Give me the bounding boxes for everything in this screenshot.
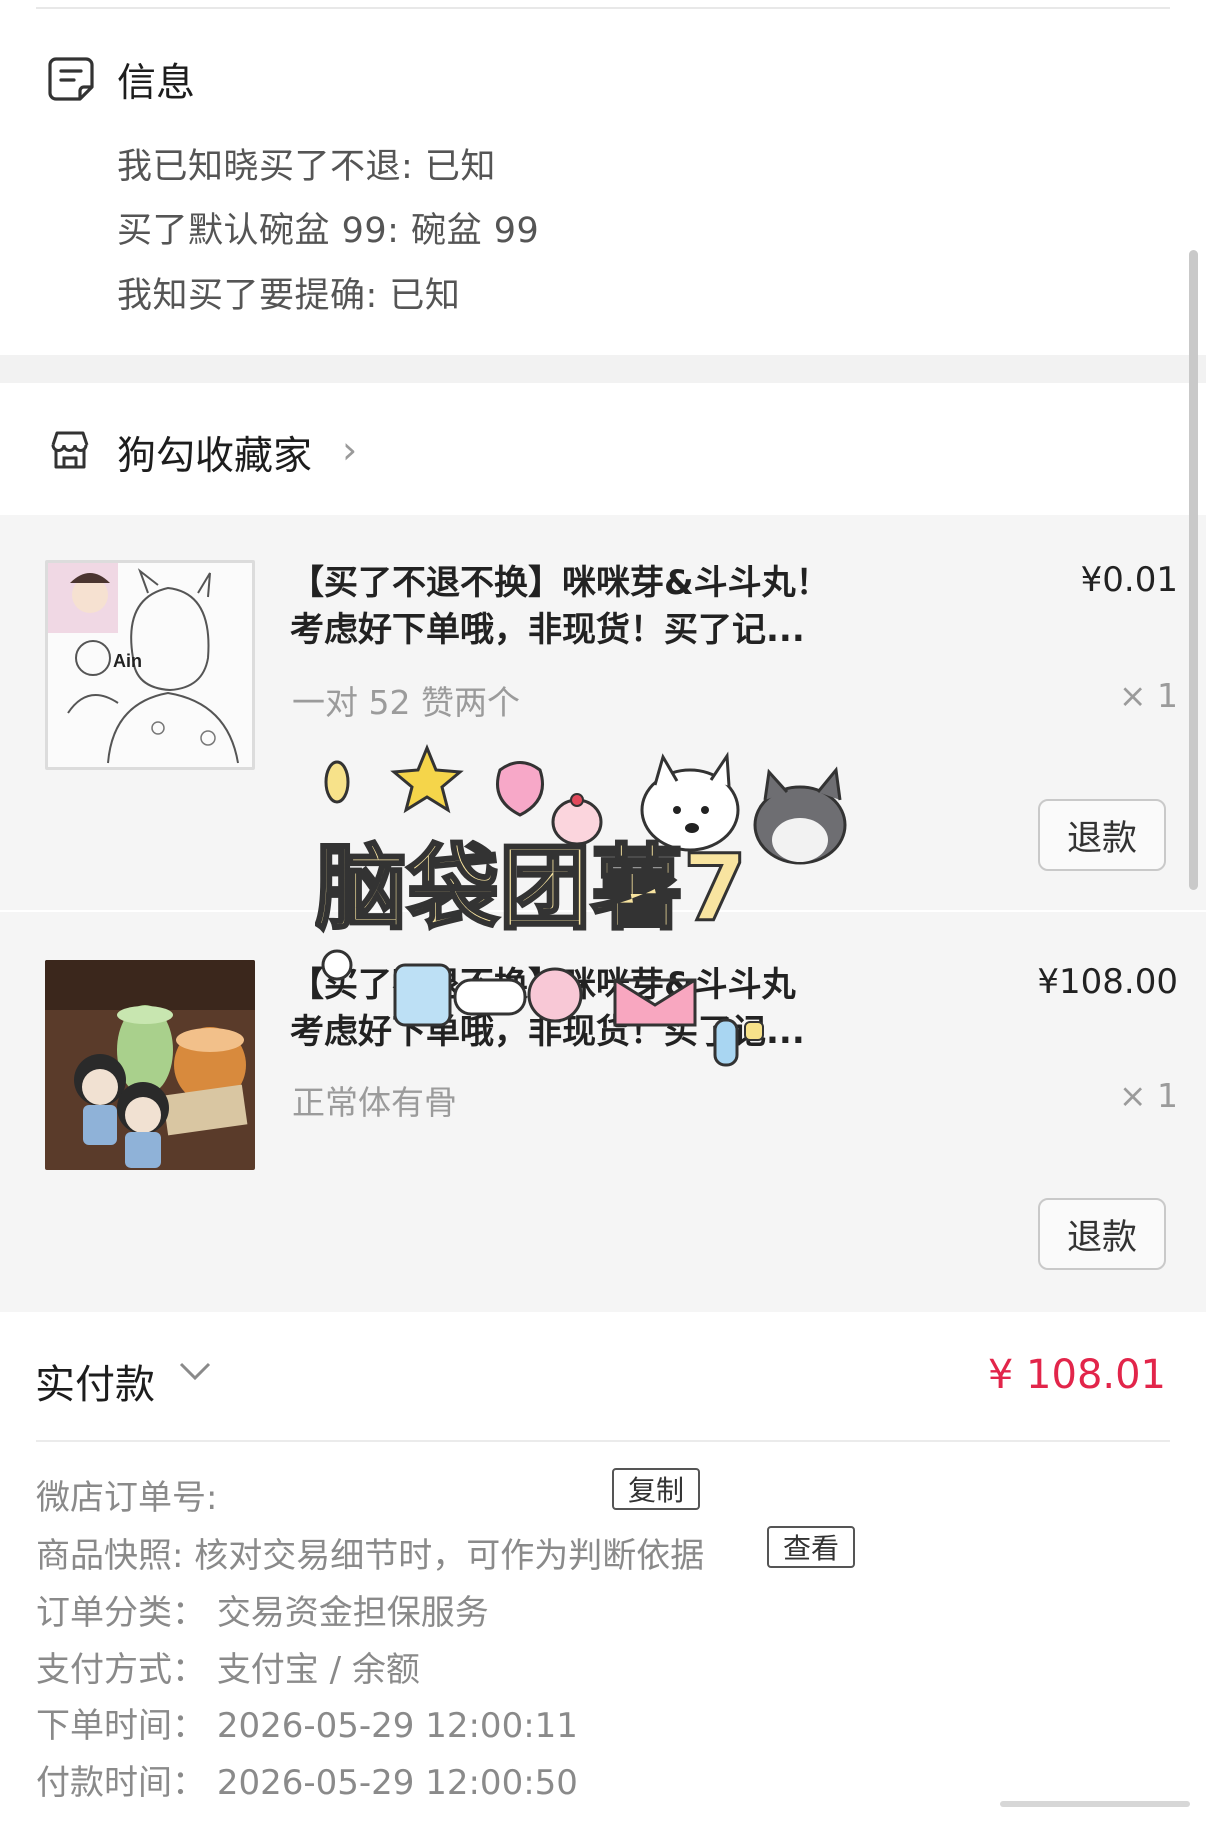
product-quantity: × 1 bbox=[1118, 676, 1178, 715]
order-number-label: 微店订单号: bbox=[36, 1478, 218, 1518]
info-title: 信息 bbox=[117, 61, 196, 106]
category-row: 订单分类： 交易资金担保服务 bbox=[36, 1585, 489, 1634]
info-line-1: 我已知晓买了不退: 已知 bbox=[117, 147, 496, 187]
info-line-3: 我知买了要提确: 已知 bbox=[117, 276, 461, 316]
order-number-row: 微店订单号: bbox=[36, 1470, 217, 1519]
pay-time-label: 付款时间： bbox=[36, 1763, 206, 1803]
copy-button[interactable]: 复制 bbox=[612, 1468, 701, 1510]
product-spec: 一对 52 赞两个 bbox=[292, 683, 520, 722]
snapshot-value: 核对交易细节时，可作为判断依据 bbox=[194, 1536, 705, 1576]
payment-method-row: 支付方式： 支付宝 / 余额 bbox=[36, 1642, 420, 1691]
chevron-right-icon[interactable]: › bbox=[342, 428, 357, 472]
payment-method-value: 支付宝 / 余额 bbox=[216, 1650, 420, 1690]
paid-label[interactable]: 实付款 bbox=[35, 1352, 155, 1410]
home-indicator bbox=[1000, 1801, 1190, 1807]
product-spec: 正常体有骨 bbox=[292, 1083, 457, 1122]
shop-name[interactable]: 狗勾收藏家 bbox=[117, 425, 312, 481]
pay-time-row: 付款时间： 2026-05-29 12:00:50 bbox=[36, 1755, 578, 1804]
product-title-line-1: 【买了不退不换】咪咪芽&斗斗丸！ bbox=[290, 563, 830, 603]
product-title[interactable]: 【买了不退不换】咪咪芽&斗斗丸！ 考虑好下单哦，非现货！买了记... bbox=[290, 560, 910, 654]
order-time-value: 2026-05-29 12:00:11 bbox=[216, 1706, 578, 1746]
refund-button[interactable]: 退款 bbox=[1038, 799, 1166, 871]
snapshot-row: 商品快照: 核对交易细节时，可作为判断依据 bbox=[36, 1528, 704, 1577]
paid-amount: ¥ 108.01 bbox=[987, 1352, 1166, 1398]
scrollbar[interactable] bbox=[1189, 250, 1198, 890]
snapshot-label: 商品快照: bbox=[36, 1536, 184, 1576]
order-time-row: 下单时间： 2026-05-29 12:00:11 bbox=[36, 1698, 578, 1747]
product-title-line-2: 考虑好下单哦，非现货！买了记... bbox=[290, 610, 805, 650]
category-label: 订单分类： bbox=[36, 1593, 206, 1633]
pay-time-value: 2026-05-29 12:00:50 bbox=[216, 1763, 578, 1803]
product-price: ¥108.00 bbox=[1037, 962, 1178, 1002]
category-value: 交易资金担保服务 bbox=[216, 1593, 489, 1633]
product-quantity: × 1 bbox=[1118, 1076, 1178, 1115]
refund-button[interactable]: 退款 bbox=[1038, 1198, 1166, 1270]
chevron-down-icon[interactable] bbox=[178, 1360, 212, 1384]
product-price: ¥0.01 bbox=[1080, 560, 1178, 600]
watermark-sticker: 脑袋团薯7 bbox=[315, 744, 847, 1067]
message-note-icon bbox=[48, 57, 94, 101]
store-icon bbox=[51, 431, 89, 469]
order-time-label: 下单时间： bbox=[36, 1706, 206, 1746]
product-thumbnail[interactable] bbox=[45, 960, 255, 1170]
sticker-text: 脑袋团薯7 bbox=[315, 835, 747, 942]
section-gap bbox=[0, 355, 1206, 383]
info-line-2: 买了默认碗盆 99: 碗盆 99 bbox=[117, 211, 540, 251]
payment-method-label: 支付方式： bbox=[36, 1650, 206, 1690]
thumb-caption: Ain bbox=[113, 651, 142, 671]
top-divider bbox=[36, 7, 1170, 9]
view-snapshot-button[interactable]: 查看 bbox=[767, 1526, 856, 1568]
summary-divider bbox=[36, 1440, 1170, 1442]
product-thumbnail[interactable]: Ain bbox=[45, 560, 255, 770]
